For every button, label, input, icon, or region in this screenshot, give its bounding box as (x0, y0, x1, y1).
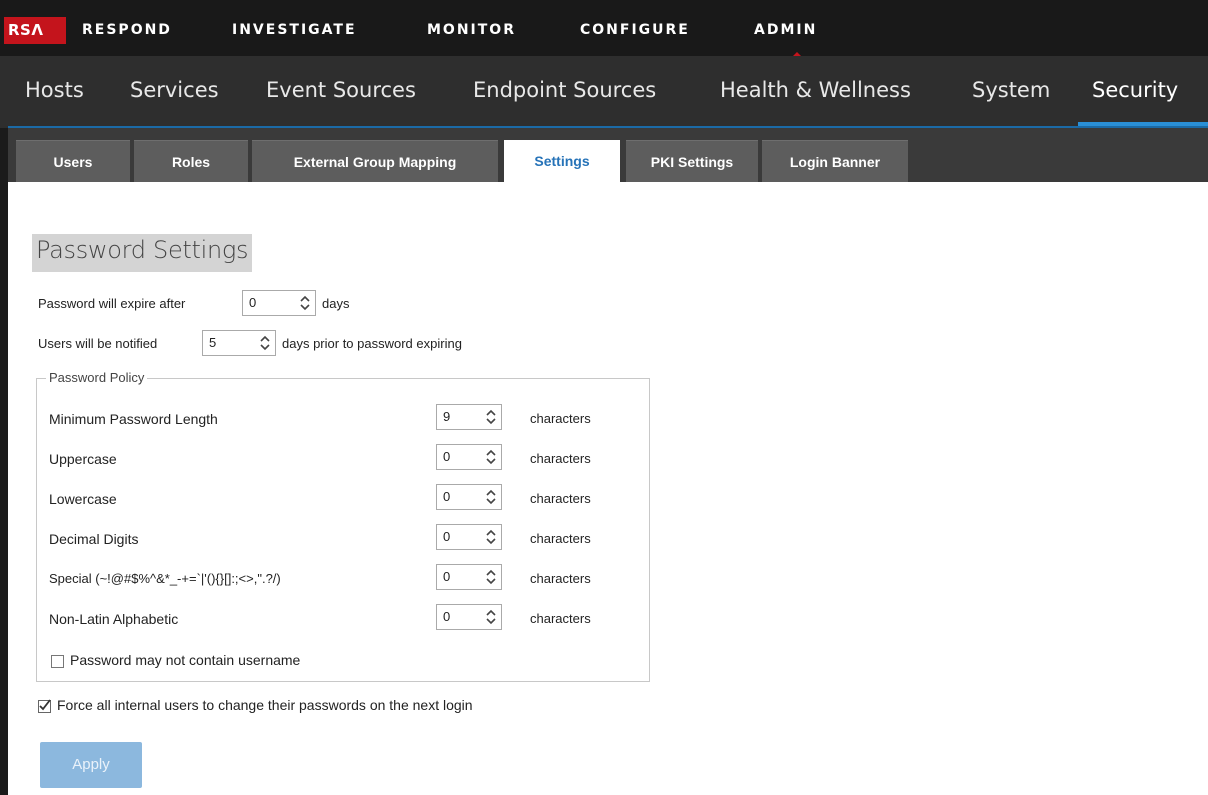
checkmark-icon (39, 699, 51, 711)
notify-unit: days prior to password expiring (282, 336, 462, 351)
force-change-checkbox[interactable] (38, 699, 51, 713)
expiry-days-value: 0 (249, 295, 257, 310)
no-username-label: Password may not contain username (70, 652, 301, 668)
notify-days-stepper[interactable]: 5 (202, 330, 276, 356)
apply-button[interactable]: Apply (40, 742, 142, 788)
characters-unit: characters (530, 491, 591, 506)
subnav-active-underline (1078, 122, 1208, 126)
subnav-event-sources[interactable]: Event Sources (266, 78, 416, 102)
min-length-value: 9 (443, 409, 451, 424)
topnav-investigate[interactable]: INVESTIGATE (232, 22, 357, 38)
spinner-arrows-icon[interactable] (485, 408, 497, 426)
spinner-arrows-icon[interactable] (485, 448, 497, 466)
password-policy-legend: Password Policy (46, 370, 148, 385)
spinner-arrows-icon[interactable] (485, 488, 497, 506)
characters-unit: characters (530, 451, 591, 466)
spinner-arrows-icon[interactable] (299, 294, 311, 312)
tab-external-group-mapping[interactable]: External Group Mapping (252, 140, 498, 182)
lowercase-label: Lowercase (49, 491, 117, 507)
characters-unit: characters (530, 611, 591, 626)
spinner-arrows-icon[interactable] (259, 334, 271, 352)
subnav-endpoint-sources[interactable]: Endpoint Sources (473, 78, 656, 102)
subnav-security[interactable]: Security (1092, 78, 1178, 102)
non-latin-label: Non-Latin Alphabetic (49, 611, 179, 627)
uppercase-label: Uppercase (49, 451, 117, 467)
notify-days-value: 5 (209, 335, 217, 350)
top-navigation-bar: RSΛ RESPOND INVESTIGATE MONITOR CONFIGUR… (0, 0, 1208, 57)
decimal-digits-value: 0 (443, 529, 451, 544)
tab-pki-settings[interactable]: PKI Settings (626, 140, 758, 182)
special-chars-stepper[interactable]: 0 (436, 564, 502, 590)
tab-login-banner[interactable]: Login Banner (762, 140, 908, 182)
left-edge-frame (0, 128, 8, 795)
expiry-unit: days (322, 296, 350, 311)
topnav-admin[interactable]: ADMIN (754, 22, 817, 38)
special-chars-label: Special (~!@#$%^&*_-+=`|'(){}[]:;<>,".?/… (49, 571, 281, 586)
spinner-arrows-icon[interactable] (485, 608, 497, 626)
security-tab-bar: Users Roles External Group Mapping Setti… (8, 128, 1208, 182)
non-latin-value: 0 (443, 609, 451, 624)
topnav-monitor[interactable]: MONITOR (427, 22, 516, 38)
tab-users[interactable]: Users (16, 140, 130, 182)
uppercase-stepper[interactable]: 0 (436, 444, 502, 470)
notify-label: Users will be notified (38, 336, 158, 351)
characters-unit: characters (530, 531, 591, 546)
special-chars-value: 0 (443, 569, 451, 584)
force-change-label: Force all internal users to change their… (57, 697, 473, 713)
decimal-digits-label: Decimal Digits (49, 531, 139, 547)
subnav-hosts[interactable]: Hosts (25, 78, 84, 102)
tab-roles[interactable]: Roles (134, 140, 248, 182)
decimal-digits-stepper[interactable]: 0 (436, 524, 502, 550)
rsa-logo: RSΛ (4, 17, 66, 44)
settings-panel: Password Settings Password will expire a… (8, 182, 1208, 795)
non-latin-stepper[interactable]: 0 (436, 604, 502, 630)
expiry-days-stepper[interactable]: 0 (242, 290, 316, 316)
spinner-arrows-icon[interactable] (485, 568, 497, 586)
expiry-label: Password will expire after (38, 296, 186, 311)
subnav-services[interactable]: Services (130, 78, 219, 102)
page-title: Password Settings (32, 234, 253, 272)
lowercase-stepper[interactable]: 0 (436, 484, 502, 510)
lowercase-value: 0 (443, 489, 451, 504)
min-length-stepper[interactable]: 9 (436, 404, 502, 430)
subnav-health-wellness[interactable]: Health & Wellness (720, 78, 911, 102)
min-length-label: Minimum Password Length (49, 411, 218, 427)
spinner-arrows-icon[interactable] (485, 528, 497, 546)
no-username-checkbox[interactable] (51, 655, 64, 668)
uppercase-value: 0 (443, 449, 451, 464)
characters-unit: characters (530, 571, 591, 586)
admin-subnavigation-bar: Hosts Services Event Sources Endpoint So… (0, 56, 1208, 128)
topnav-respond[interactable]: RESPOND (82, 22, 172, 38)
subnav-system[interactable]: System (972, 78, 1050, 102)
characters-unit: characters (530, 411, 591, 426)
tab-settings[interactable]: Settings (504, 140, 620, 182)
topnav-configure[interactable]: CONFIGURE (580, 22, 690, 38)
